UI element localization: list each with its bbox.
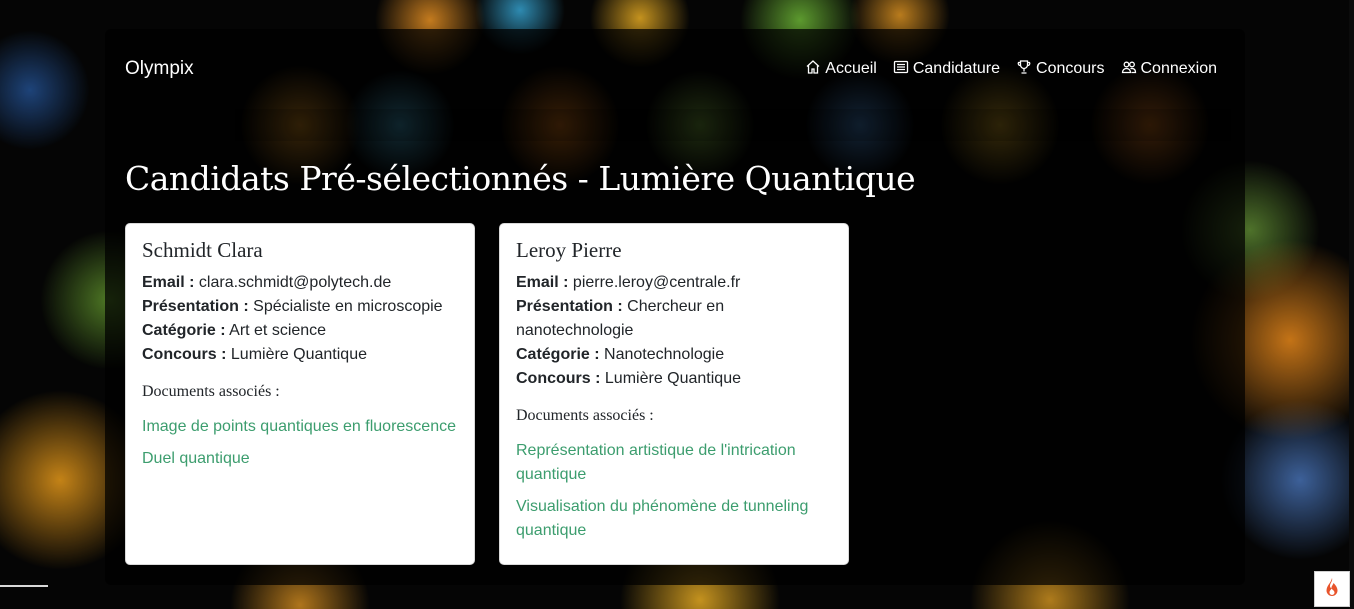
candidate-name: Schmidt Clara bbox=[142, 238, 263, 262]
document-link[interactable]: Duel quantique bbox=[142, 447, 458, 471]
email-value: pierre.leroy@centrale.fr bbox=[572, 274, 741, 291]
main-container: Olympix Accueil Candidature Concours Con… bbox=[105, 29, 1245, 585]
categorie-label: Catégorie : bbox=[142, 322, 226, 339]
categorie-value: Art et science bbox=[229, 322, 327, 339]
presentation-value: Spécialiste en microscopie bbox=[253, 298, 443, 315]
document-link[interactable]: Visualisation du phénomène de tunneling … bbox=[516, 495, 832, 543]
categorie-label: Catégorie : bbox=[516, 346, 600, 363]
candidate-presentation: Présentation : Chercheur en nanotechnolo… bbox=[516, 295, 832, 343]
nav-link-concours[interactable]: Concours bbox=[1016, 59, 1105, 80]
nav-link-label: Connexion bbox=[1140, 60, 1218, 77]
flame-icon bbox=[1323, 577, 1341, 602]
email-value: clara.schmidt@polytech.de bbox=[198, 274, 392, 291]
documents-heading: Documents associés : bbox=[142, 383, 280, 400]
nav-link-candidature[interactable]: Candidature bbox=[893, 59, 1000, 80]
concours-value: Lumière Quantique bbox=[604, 370, 741, 387]
email-label: Email : bbox=[516, 274, 569, 291]
brand-link[interactable]: Olympix bbox=[125, 58, 194, 80]
concours-value: Lumière Quantique bbox=[230, 346, 367, 363]
trophy-icon bbox=[1016, 59, 1032, 80]
nav-links: Accueil Candidature Concours Connexion bbox=[805, 59, 1217, 80]
nav-link-label: Candidature bbox=[912, 60, 1001, 77]
candidate-card: Leroy Pierre Email : pierre.leroy@centra… bbox=[499, 223, 849, 565]
floating-action-button[interactable] bbox=[1314, 571, 1350, 607]
candidate-email: Email : pierre.leroy@centrale.fr bbox=[516, 271, 832, 295]
nav-link-label: Concours bbox=[1036, 60, 1105, 77]
candidate-presentation: Présentation : Spécialiste en microscopi… bbox=[142, 295, 458, 319]
email-label: Email : bbox=[142, 274, 195, 291]
nav-link-connexion[interactable]: Connexion bbox=[1121, 59, 1218, 80]
documents-heading: Documents associés : bbox=[516, 407, 654, 424]
presentation-label: Présentation : bbox=[516, 298, 623, 315]
page-title: Candidats Pré-sélectionnés - Lumière Qua… bbox=[125, 159, 916, 198]
presentation-label: Présentation : bbox=[142, 298, 249, 315]
candidate-categorie: Catégorie : Nanotechnologie bbox=[516, 343, 832, 367]
concours-label: Concours : bbox=[142, 346, 227, 363]
house-icon bbox=[805, 59, 821, 80]
document-link[interactable]: Représentation artistique de l'intricati… bbox=[516, 439, 832, 487]
candidate-card: Schmidt Clara Email : clara.schmidt@poly… bbox=[125, 223, 475, 565]
candidate-email: Email : clara.schmidt@polytech.de bbox=[142, 271, 458, 295]
nav-link-accueil[interactable]: Accueil bbox=[805, 59, 877, 80]
newspaper-icon bbox=[893, 59, 909, 80]
concours-label: Concours : bbox=[516, 370, 601, 387]
candidate-concours: Concours : Lumière Quantique bbox=[516, 367, 832, 391]
document-link[interactable]: Image de points quantiques en fluorescen… bbox=[142, 415, 458, 439]
navbar: Olympix Accueil Candidature Concours Con… bbox=[105, 29, 1245, 109]
categorie-value: Nanotechnologie bbox=[604, 346, 725, 363]
candidate-name: Leroy Pierre bbox=[516, 238, 622, 262]
people-icon bbox=[1121, 59, 1137, 80]
window-edge bbox=[1349, 0, 1354, 609]
candidate-concours: Concours : Lumière Quantique bbox=[142, 343, 458, 367]
nav-link-label: Accueil bbox=[825, 60, 877, 77]
candidate-categorie: Catégorie : Art et science bbox=[142, 319, 458, 343]
nav-underline-strip bbox=[235, 109, 1231, 141]
divider bbox=[0, 585, 48, 587]
